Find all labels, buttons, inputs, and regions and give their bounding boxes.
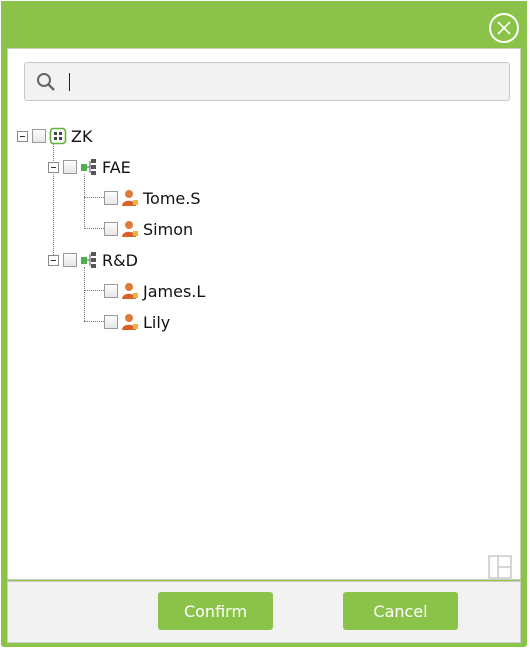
tree-node-person[interactable]: James.L: [104, 278, 205, 304]
close-icon: [497, 21, 511, 35]
checkbox[interactable]: [63, 160, 77, 174]
collapse-toggle[interactable]: [48, 254, 59, 266]
close-button[interactable]: [489, 13, 519, 43]
tree-node-department[interactable]: R&D: [48, 247, 138, 273]
checkbox[interactable]: [104, 315, 118, 329]
collapse-toggle[interactable]: [17, 130, 28, 142]
tree-node-root[interactable]: ZK: [17, 123, 92, 149]
tree-node-label: Simon: [143, 219, 194, 239]
tree-node-label: ZK: [71, 126, 93, 146]
company-icon: [49, 127, 67, 145]
checkbox[interactable]: [104, 222, 118, 236]
dialog-body: ZK FAE Tome.S Simon R&D James.L Lily: [7, 48, 521, 580]
person-icon: [122, 221, 138, 237]
dialog-footer: Confirm Cancel: [7, 581, 521, 643]
person-icon: [122, 283, 138, 299]
tree-connector: [84, 321, 104, 322]
personnel-tree: ZK FAE Tome.S Simon R&D James.L Lily: [8, 49, 520, 579]
checkbox[interactable]: [32, 129, 46, 143]
tree-node-department[interactable]: FAE: [48, 154, 131, 180]
tree-connector: [84, 197, 104, 198]
person-icon: [122, 314, 138, 330]
confirm-button[interactable]: Confirm: [158, 592, 273, 630]
tree-connector: [84, 228, 104, 229]
dialog-titlebar: [1, 1, 527, 48]
tree-node-person[interactable]: Tome.S: [104, 185, 201, 211]
tree-connector: [84, 267, 85, 321]
select-personnel-dialog: ZK FAE Tome.S Simon R&D James.L Lily Con…: [1, 1, 527, 647]
tree-node-person[interactable]: Simon: [104, 216, 193, 242]
panel-layout-icon[interactable]: [487, 554, 513, 580]
collapse-toggle[interactable]: [48, 161, 59, 173]
tree-connector: [84, 174, 85, 229]
tree-node-person[interactable]: Lily: [104, 309, 170, 335]
checkbox[interactable]: [104, 191, 118, 205]
tree-node-label: James.L: [143, 281, 206, 301]
tree-connector: [84, 290, 104, 291]
department-icon: [81, 159, 96, 175]
tree-node-label: Tome.S: [143, 188, 201, 208]
cancel-button[interactable]: Cancel: [343, 592, 458, 630]
tree-node-label: FAE: [102, 157, 131, 177]
person-icon: [122, 190, 138, 206]
department-icon: [81, 252, 96, 268]
checkbox[interactable]: [63, 253, 77, 267]
tree-node-label: Lily: [143, 312, 171, 332]
tree-node-label: R&D: [102, 250, 138, 270]
checkbox[interactable]: [104, 284, 118, 298]
